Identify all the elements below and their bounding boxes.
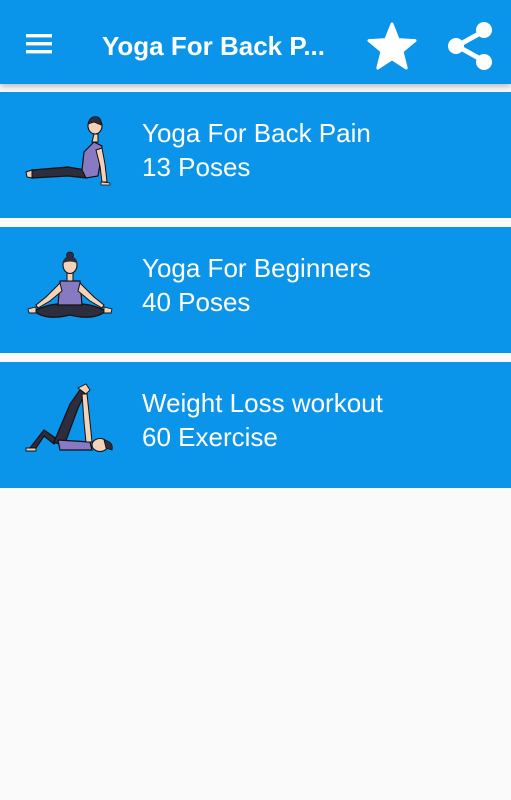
lotus-pose-image bbox=[27, 251, 113, 318]
program-list: Yoga For Back Pain 13 Poses Yoga For Beg… bbox=[0, 92, 511, 497]
program-title: Weight Loss workout bbox=[142, 388, 383, 418]
favorite-button[interactable] bbox=[364, 18, 420, 74]
program-card-beginners[interactable]: Yoga For Beginners 40 Poses bbox=[0, 227, 511, 353]
program-exercise-count: 60 Exercise bbox=[142, 422, 278, 452]
app-title: Yoga For Back P... bbox=[102, 31, 326, 61]
app-bar: Yoga For Back P... bbox=[0, 0, 511, 84]
star-icon bbox=[367, 22, 417, 70]
program-pose-count: 13 Poses bbox=[142, 152, 251, 182]
program-card-weight-loss[interactable]: Weight Loss workout 60 Exercise bbox=[0, 362, 511, 488]
program-title: Yoga For Beginners bbox=[142, 253, 371, 283]
cobra-pose-image bbox=[25, 116, 111, 186]
hamburger-menu-icon bbox=[26, 34, 52, 54]
program-card-back-pain[interactable]: Yoga For Back Pain 13 Poses bbox=[0, 92, 511, 218]
menu-button[interactable] bbox=[14, 22, 66, 66]
program-title: Yoga For Back Pain bbox=[142, 118, 371, 148]
share-button[interactable] bbox=[442, 18, 500, 74]
share-icon bbox=[448, 22, 492, 70]
leg-stretch-pose-image bbox=[25, 383, 113, 453]
program-pose-count: 40 Poses bbox=[142, 287, 251, 317]
